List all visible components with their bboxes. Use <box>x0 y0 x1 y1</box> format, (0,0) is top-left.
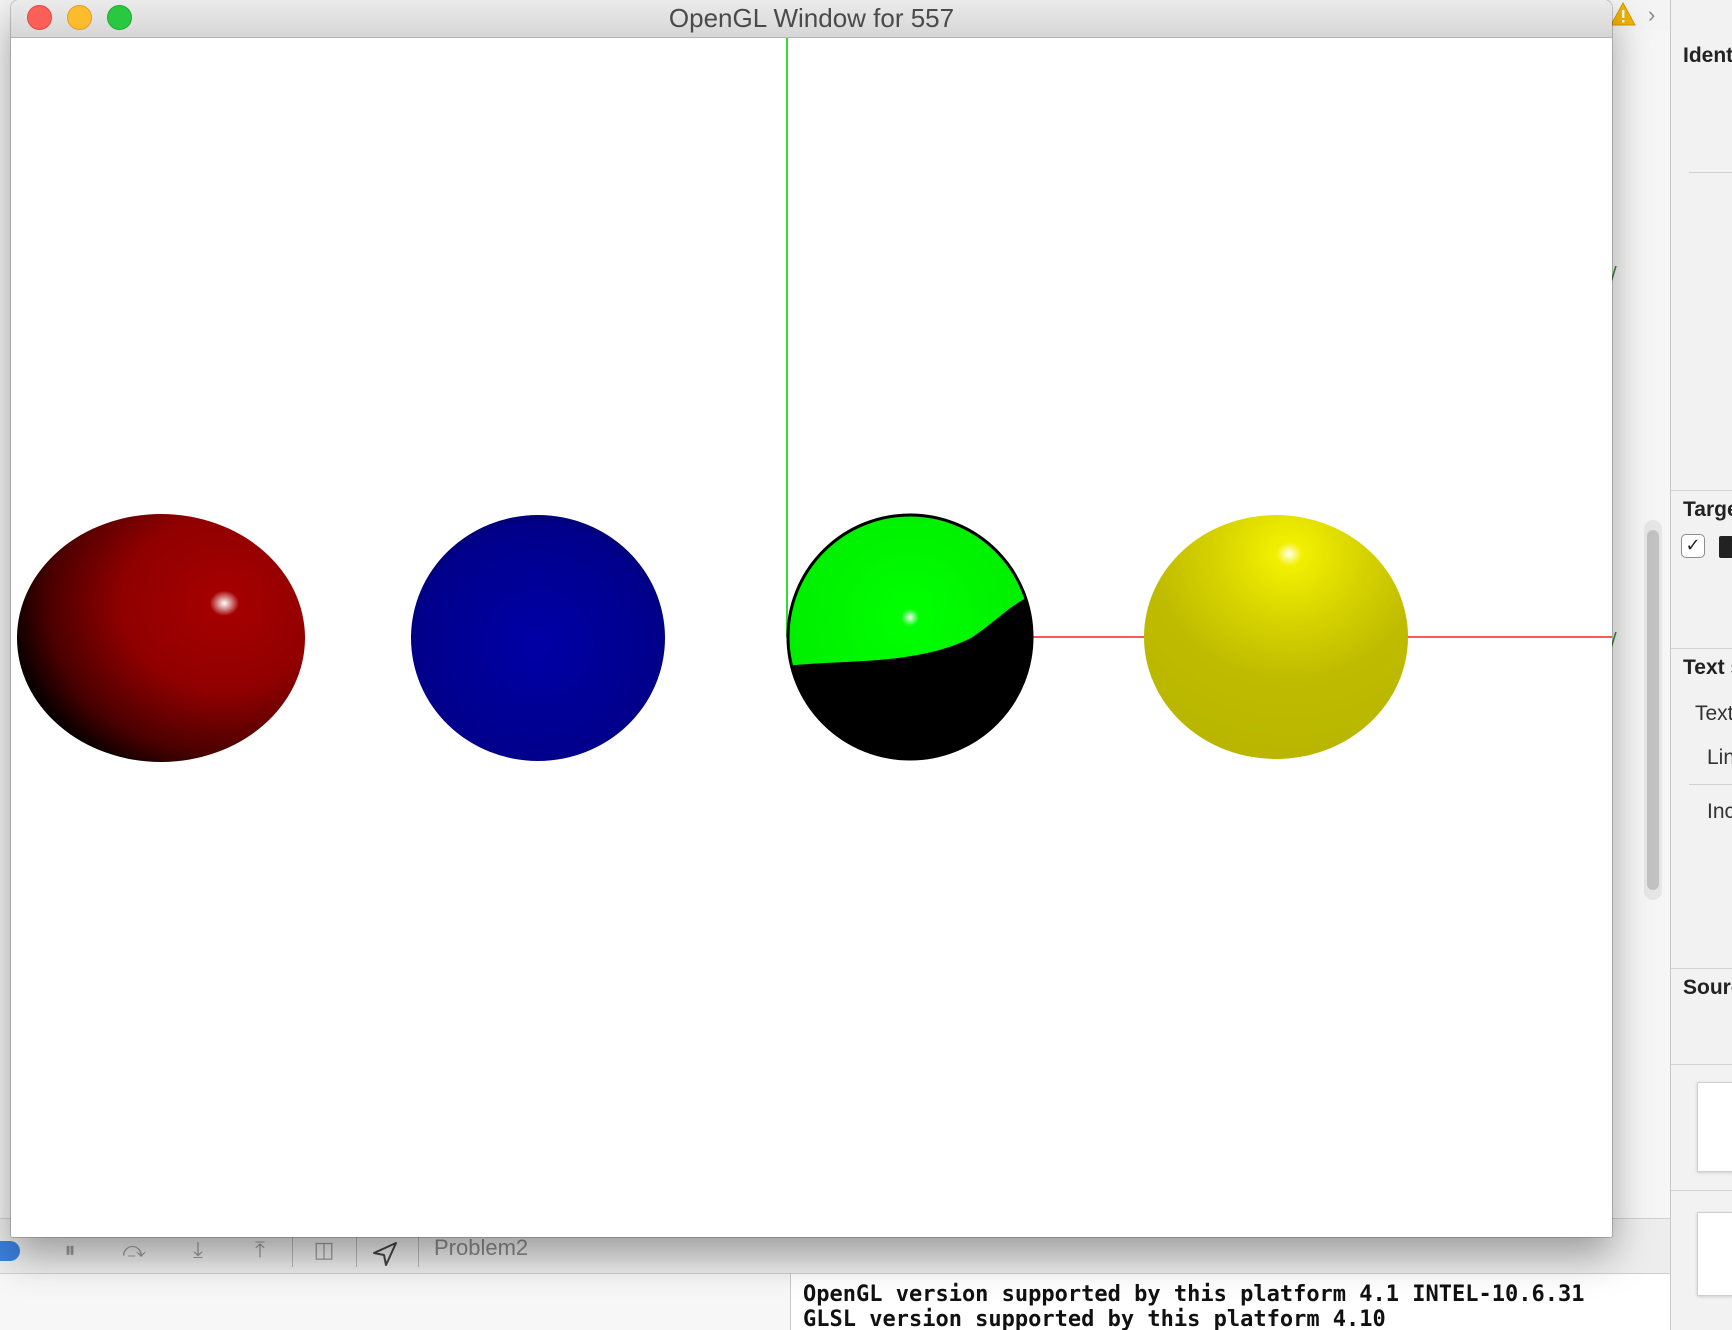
inspector-section-title: Text s <box>1683 656 1732 679</box>
green-sphere <box>786 513 1034 761</box>
location-icon[interactable] <box>372 1241 398 1267</box>
step-into-icon[interactable]: ⤓ <box>184 1237 212 1265</box>
inspector-field-label: Text <box>1695 702 1732 725</box>
inspector-divider <box>1689 784 1732 785</box>
toolbar-separator <box>292 1237 293 1267</box>
debug-target-label[interactable]: Problem2 <box>434 1235 528 1261</box>
view-hierarchy-icon[interactable]: ◫ <box>310 1237 338 1265</box>
inspector-field-label: Lin <box>1707 746 1732 769</box>
breakpoints-toggle[interactable] <box>0 1241 20 1261</box>
step-over-icon[interactable]: ⤼ <box>120 1237 148 1265</box>
inspector-divider <box>1689 172 1732 173</box>
file-thumbnail[interactable] <box>1697 1212 1732 1296</box>
file-thumbnail[interactable] <box>1697 1082 1732 1172</box>
console-output[interactable]: OpenGL version supported by this platfor… <box>790 1274 1670 1330</box>
inspector-field-label: Inc <box>1707 800 1732 823</box>
variables-pane <box>0 1274 790 1330</box>
inspector-section-border <box>1671 968 1732 969</box>
inspector-section-title: Sourc <box>1683 976 1732 999</box>
opengl-window[interactable]: OpenGL Window for 557 <box>11 0 1612 1237</box>
inspector-section-border <box>1671 1064 1732 1065</box>
scrollbar-thumb[interactable] <box>1647 530 1659 890</box>
inspector-section-border <box>1671 648 1732 649</box>
gl-canvas[interactable] <box>11 38 1612 1237</box>
window-title: OpenGL Window for 557 <box>668 3 955 33</box>
yellow-sphere <box>1144 515 1408 759</box>
inspector-section-title: Targe <box>1683 498 1732 521</box>
inspector-section-border <box>1671 1190 1732 1191</box>
inspector-section-border <box>1671 490 1732 491</box>
pause-icon[interactable]: ⏸ <box>56 1237 84 1265</box>
console-line: GLSL version supported by this platform … <box>803 1307 1386 1330</box>
terminal-icon <box>1719 536 1732 558</box>
target-checkbox[interactable]: ✓ <box>1681 534 1705 558</box>
toolbar-separator <box>418 1237 419 1267</box>
toolbar-separator <box>356 1237 357 1267</box>
step-out-icon[interactable]: ⤒ <box>246 1237 274 1265</box>
inspector-panel: Ident Targe ✓ Text s Text Lin Inc Sourc <box>1670 0 1732 1330</box>
warning-icon[interactable] <box>1610 2 1636 26</box>
desktop: › / / Ident Targe ✓ Text s Text Lin Inc … <box>0 0 1732 1330</box>
console-line: OpenGL version supported by this platfor… <box>803 1282 1585 1307</box>
blue-sphere <box>411 515 665 761</box>
window-titlebar[interactable]: OpenGL Window for 557 <box>11 0 1612 38</box>
chevron-right-icon[interactable]: › <box>1648 2 1666 28</box>
red-sphere <box>17 514 305 762</box>
inspector-section-title: Ident <box>1683 44 1732 67</box>
